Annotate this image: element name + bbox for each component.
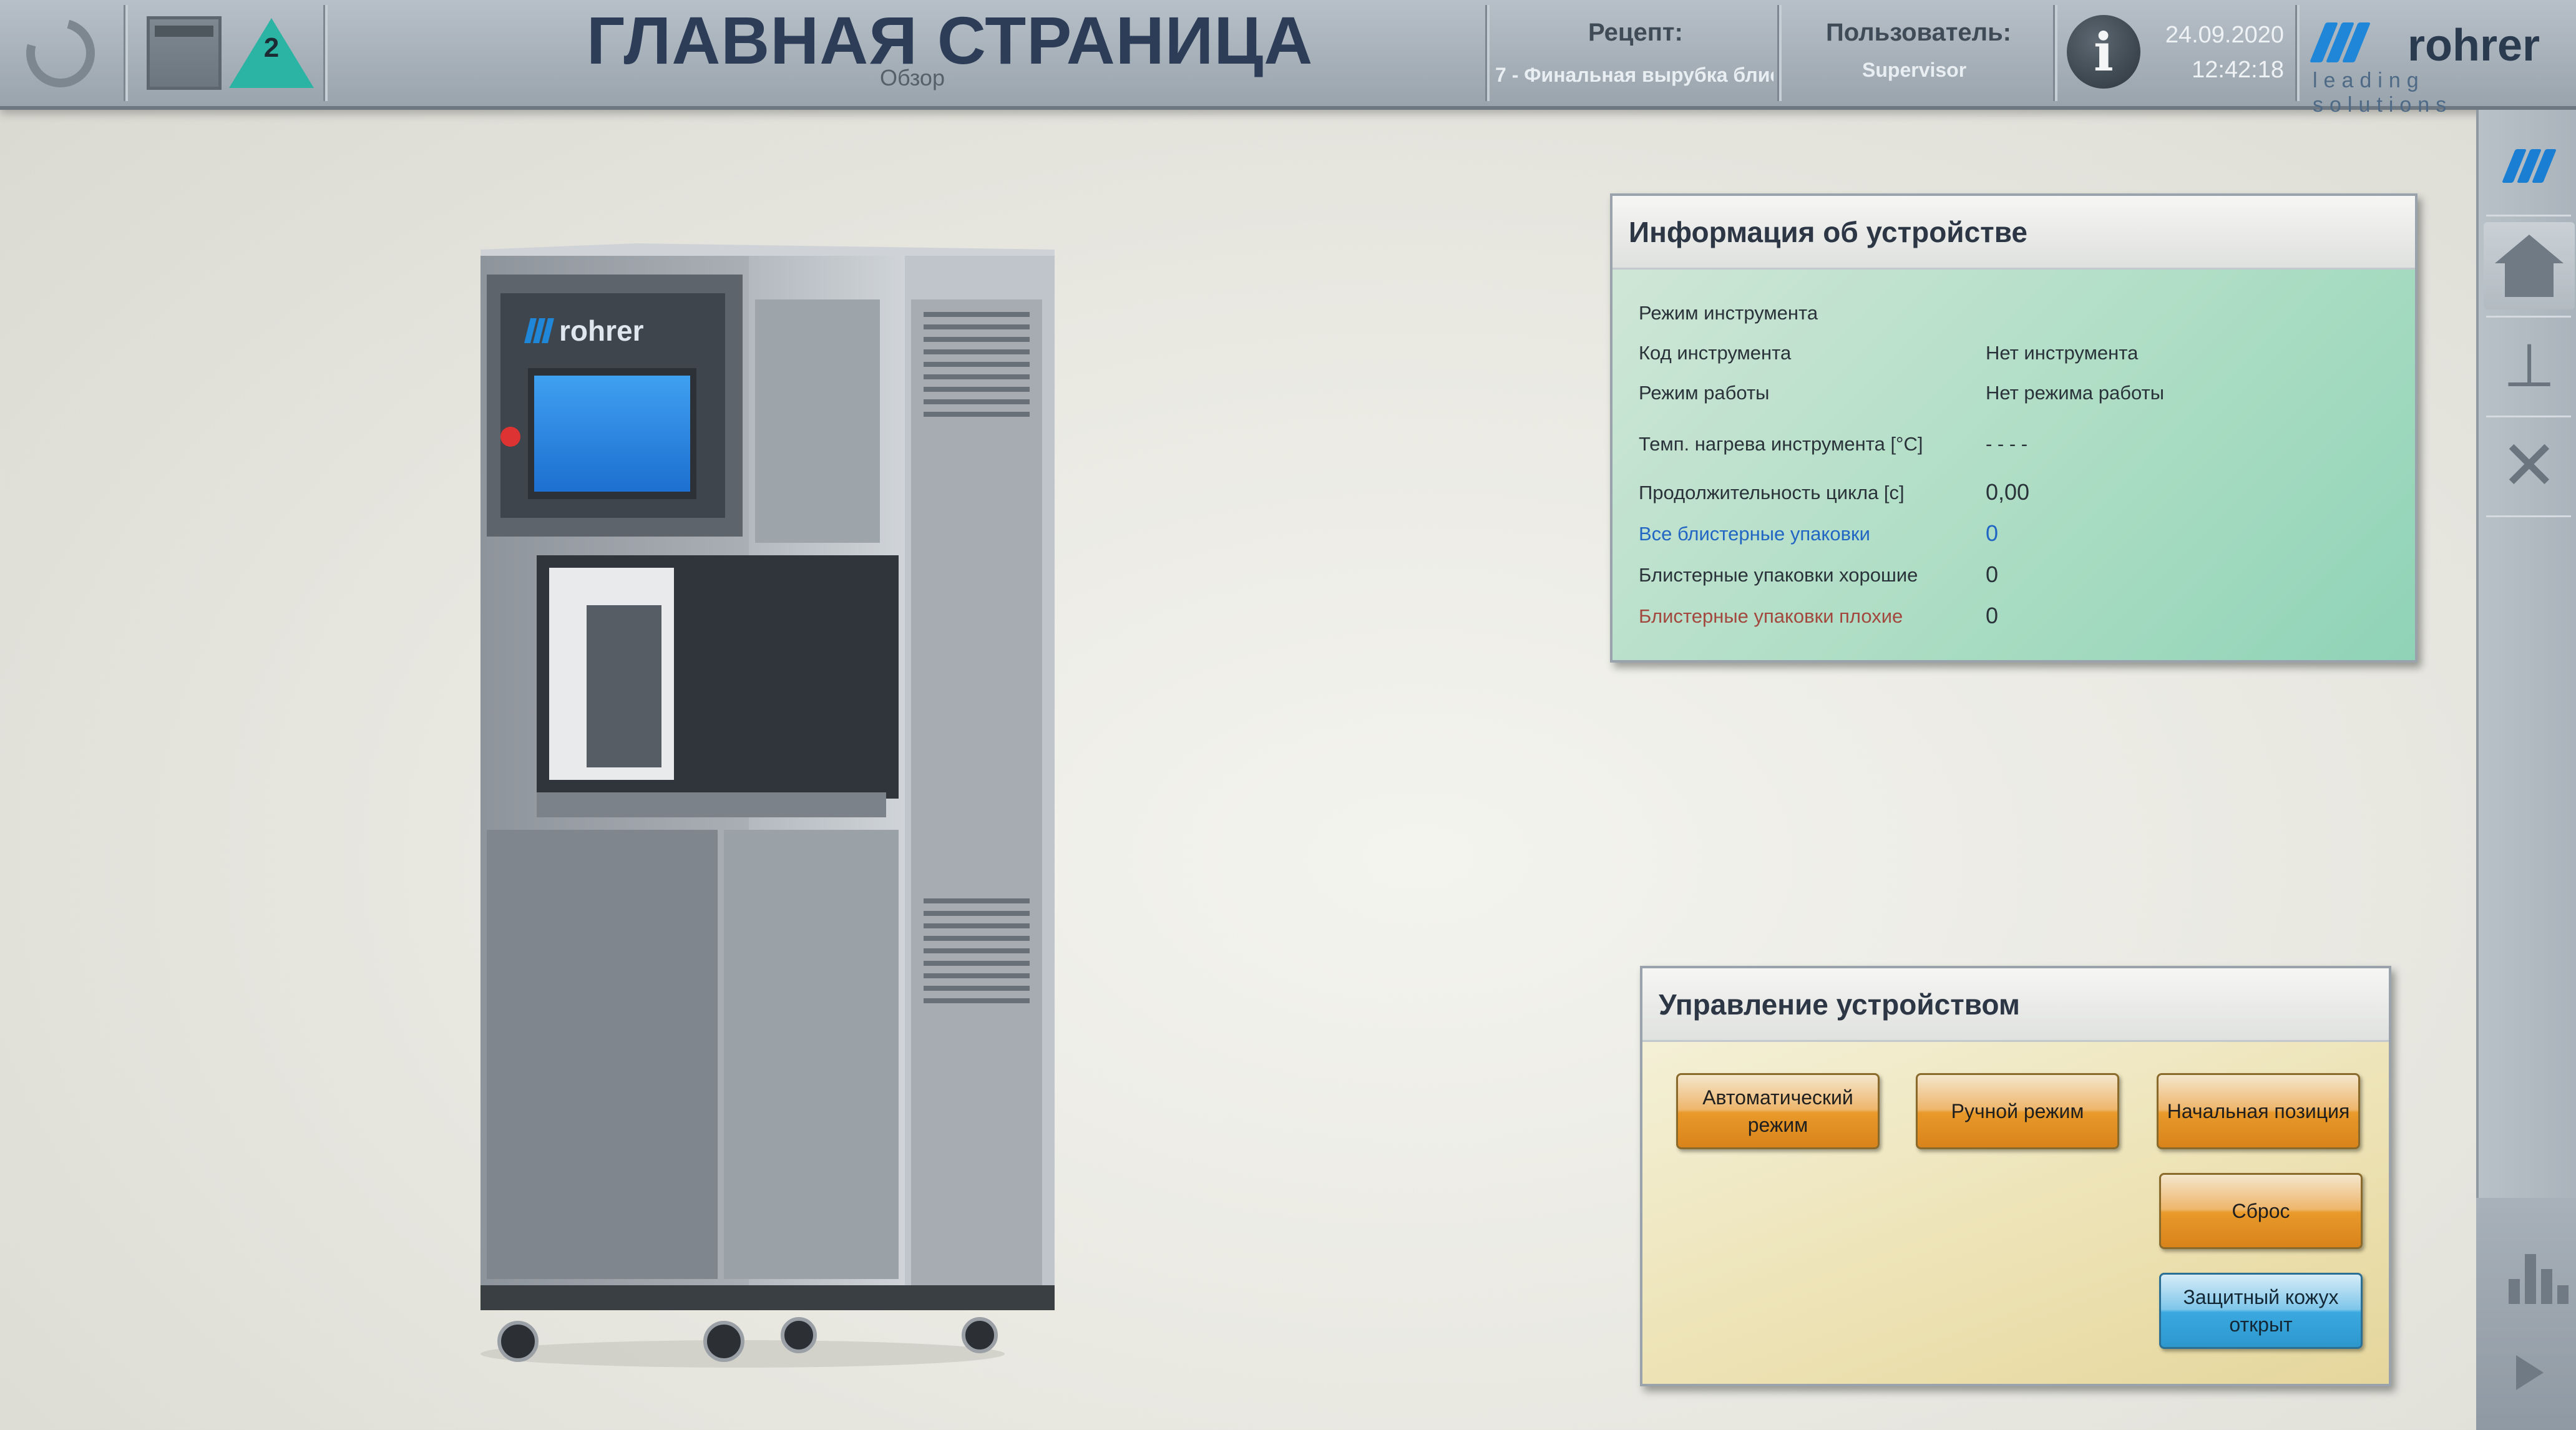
device-info-panel: Информация об устройстве Режим инструмен… xyxy=(1610,193,2417,663)
info-label: Блистерные упаковки хорошие xyxy=(1639,564,1918,586)
rohrer-logo: rohrer leading solutions xyxy=(2309,14,2559,117)
reset-button[interactable]: Сброс xyxy=(2159,1173,2363,1249)
machine-brand-text: rohrer xyxy=(559,314,644,347)
home-icon[interactable] xyxy=(2484,222,2575,309)
info-label: Режим работы xyxy=(1639,382,1770,404)
user-label: Пользователь: xyxy=(1826,19,2011,46)
device-info-title: Информация об устройстве xyxy=(1612,196,2415,270)
alarm-count-badge[interactable]: 2 xyxy=(253,32,290,64)
date-text: 24.09.2020 xyxy=(2165,22,2284,48)
info-value: Нет инструмента xyxy=(1986,342,2139,364)
date-time: 24.09.2020 12:42:18 xyxy=(2147,17,2284,87)
info-label: Продолжительность цикла [c] xyxy=(1639,482,1905,503)
info-icon[interactable]: i xyxy=(2067,15,2140,89)
user-value[interactable]: Supervisor xyxy=(1862,59,1966,82)
info-label: Режим инструмента xyxy=(1639,302,1818,324)
info-label: Блистерные упаковки плохие xyxy=(1639,605,1903,627)
recipe-value[interactable]: 7 - Финальная вырубка блис xyxy=(1495,64,1773,87)
device-control-panel: Управление устройством Автоматический ре… xyxy=(1640,966,2391,1386)
time-text: 12:42:18 xyxy=(2192,57,2284,83)
info-label: Все блистерные упаковки xyxy=(1639,523,1870,545)
brand-name: rohrer xyxy=(2408,21,2540,71)
chart-icon[interactable] xyxy=(2509,1248,2569,1304)
info-value: Нет режима работы xyxy=(1986,382,2165,404)
page-subtitle: Обзор xyxy=(880,65,945,90)
device-info-body: Режим инструмента Код инструмента Нет ин… xyxy=(1612,270,2415,660)
info-value: 0 xyxy=(1986,562,1999,587)
device-control-title: Управление устройством xyxy=(1642,968,2389,1042)
manual-mode-button[interactable]: Ручной режим xyxy=(1916,1073,2119,1149)
tools-icon[interactable]: ✕ xyxy=(2484,422,2575,509)
page-title: ГЛАВНАЯ СТРАНИЦА xyxy=(587,2,1314,78)
info-value: 0,00 xyxy=(1986,479,2030,505)
media-icon[interactable] xyxy=(2501,1348,2557,1398)
rohrer-menu-icon[interactable] xyxy=(2484,122,2575,210)
info-label: Темп. нагрева инструмента [°C] xyxy=(1639,433,1923,455)
rohrer-logo-mark xyxy=(2310,22,2371,62)
info-value: 0 xyxy=(1986,520,1999,546)
top-bar: 2 ГЛАВНАЯ СТРАНИЦА Обзор Рецепт: 7 - Фин… xyxy=(0,0,2576,117)
device-control-body: Автоматический режим Ручной режим Началь… xyxy=(1642,1042,2389,1384)
machine-logo: rohrer xyxy=(524,314,644,347)
axis-icon[interactable]: ⊥ xyxy=(2484,322,2575,409)
recipe-label: Рецепт: xyxy=(1588,19,1683,46)
machine-image: rohrer xyxy=(481,243,1055,1368)
guard-open-button[interactable]: Защитный кожух открыт xyxy=(2159,1273,2363,1349)
home-position-button[interactable]: Начальная позиция xyxy=(2157,1073,2360,1149)
info-value: - - - - xyxy=(1986,433,2028,455)
window-icon[interactable] xyxy=(144,0,225,106)
info-value: 0 xyxy=(1986,603,1999,628)
sidebar-lower-section xyxy=(2476,1198,2576,1430)
refresh-icon[interactable] xyxy=(13,0,108,106)
info-label: Код инструмента xyxy=(1639,342,1792,364)
auto-mode-button[interactable]: Автоматический режим xyxy=(1676,1073,1880,1149)
